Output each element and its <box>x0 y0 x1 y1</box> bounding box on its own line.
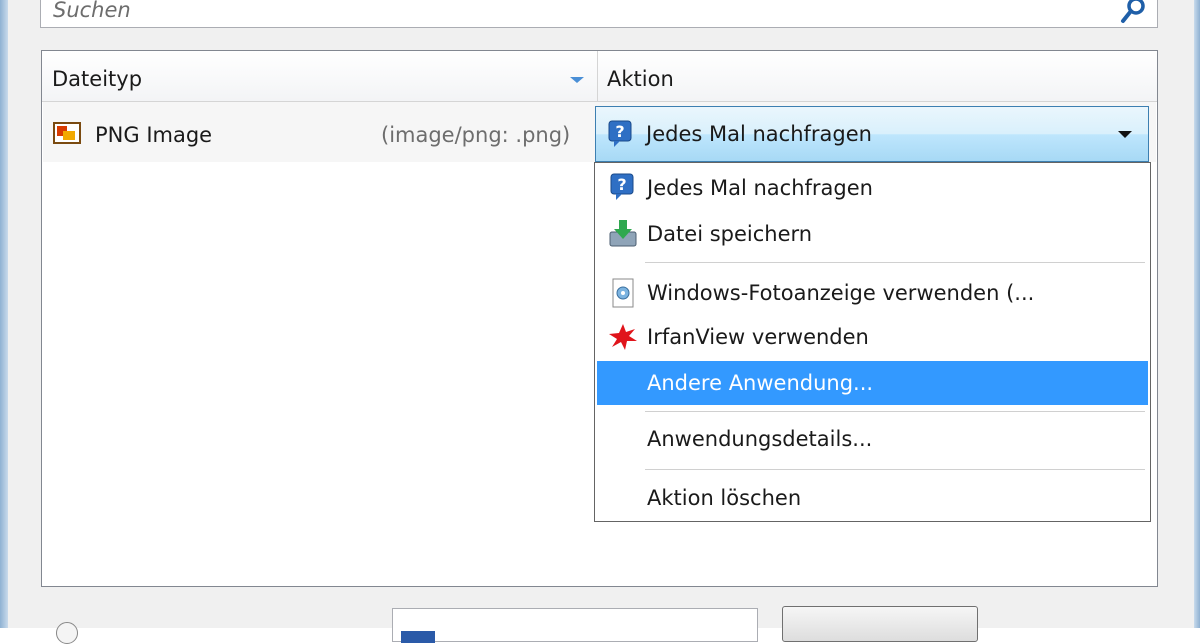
menu-item-aktion-loeschen[interactable]: Aktion löschen <box>597 476 1148 520</box>
action-combobox-value: Jedes Mal nachfragen <box>646 122 872 146</box>
action-dropdown-menu: ? Jedes Mal nachfragen Datei speichern W… <box>594 162 1151 522</box>
menu-item-label: Anwendungsdetails... <box>647 427 873 451</box>
save-download-icon <box>609 220 637 247</box>
bottom-field-icon <box>401 631 435 643</box>
menu-separator <box>645 262 1145 263</box>
photo-viewer-icon <box>612 278 634 308</box>
chevron-down-icon[interactable] <box>1118 131 1132 138</box>
menu-item-label: Jedes Mal nachfragen <box>647 176 873 200</box>
menu-item-datei-speichern[interactable]: Datei speichern <box>597 212 1148 256</box>
question-icon: ? <box>608 120 632 147</box>
column-header-dateityp[interactable]: Dateityp <box>52 67 142 91</box>
menu-item-label: Windows-Fotoanzeige verwenden (... <box>647 281 1035 305</box>
menu-item-irfanview[interactable]: IrfanView verwenden <box>597 315 1148 359</box>
question-icon: ? <box>610 173 634 200</box>
menu-item-anwendungsdetails[interactable]: Anwendungsdetails... <box>597 417 1148 461</box>
action-combobox[interactable]: ? Jedes Mal nachfragen <box>595 106 1149 162</box>
png-file-icon <box>53 122 81 144</box>
search-icon[interactable] <box>1119 0 1149 25</box>
svg-text:?: ? <box>617 175 626 194</box>
file-type-label: PNG Image <box>95 123 213 147</box>
menu-separator <box>645 411 1145 412</box>
bottom-field[interactable] <box>392 608 758 643</box>
menu-item-andere-anwendung[interactable]: Andere Anwendung... <box>597 361 1148 405</box>
column-header-aktion[interactable]: Aktion <box>607 67 674 91</box>
file-mime-label: (image/png: .png) <box>381 123 571 147</box>
menu-item-label: Andere Anwendung... <box>647 371 874 395</box>
radio-button[interactable] <box>56 622 78 644</box>
search-placeholder: Suchen <box>53 0 131 22</box>
irfanview-icon <box>609 324 637 350</box>
window-frame-left <box>0 0 8 628</box>
bottom-controls <box>8 600 1194 644</box>
sort-arrow-icon <box>570 77 584 83</box>
column-header: Dateityp Aktion <box>42 51 1157 102</box>
menu-item-windows-fotoanzeige[interactable]: Windows-Fotoanzeige verwenden (... <box>597 271 1148 315</box>
window-frame-right <box>1194 0 1200 628</box>
column-separator[interactable] <box>597 51 598 101</box>
menu-item-label: Datei speichern <box>647 222 813 246</box>
search-input[interactable]: Suchen <box>40 0 1158 28</box>
menu-item-label: Aktion löschen <box>647 486 802 510</box>
svg-text:?: ? <box>615 122 624 141</box>
bottom-button[interactable] <box>782 606 978 642</box>
menu-separator <box>645 469 1145 470</box>
menu-item-jedes-mal-nachfragen[interactable]: ? Jedes Mal nachfragen <box>597 166 1148 210</box>
menu-item-label: IrfanView verwenden <box>647 325 869 349</box>
